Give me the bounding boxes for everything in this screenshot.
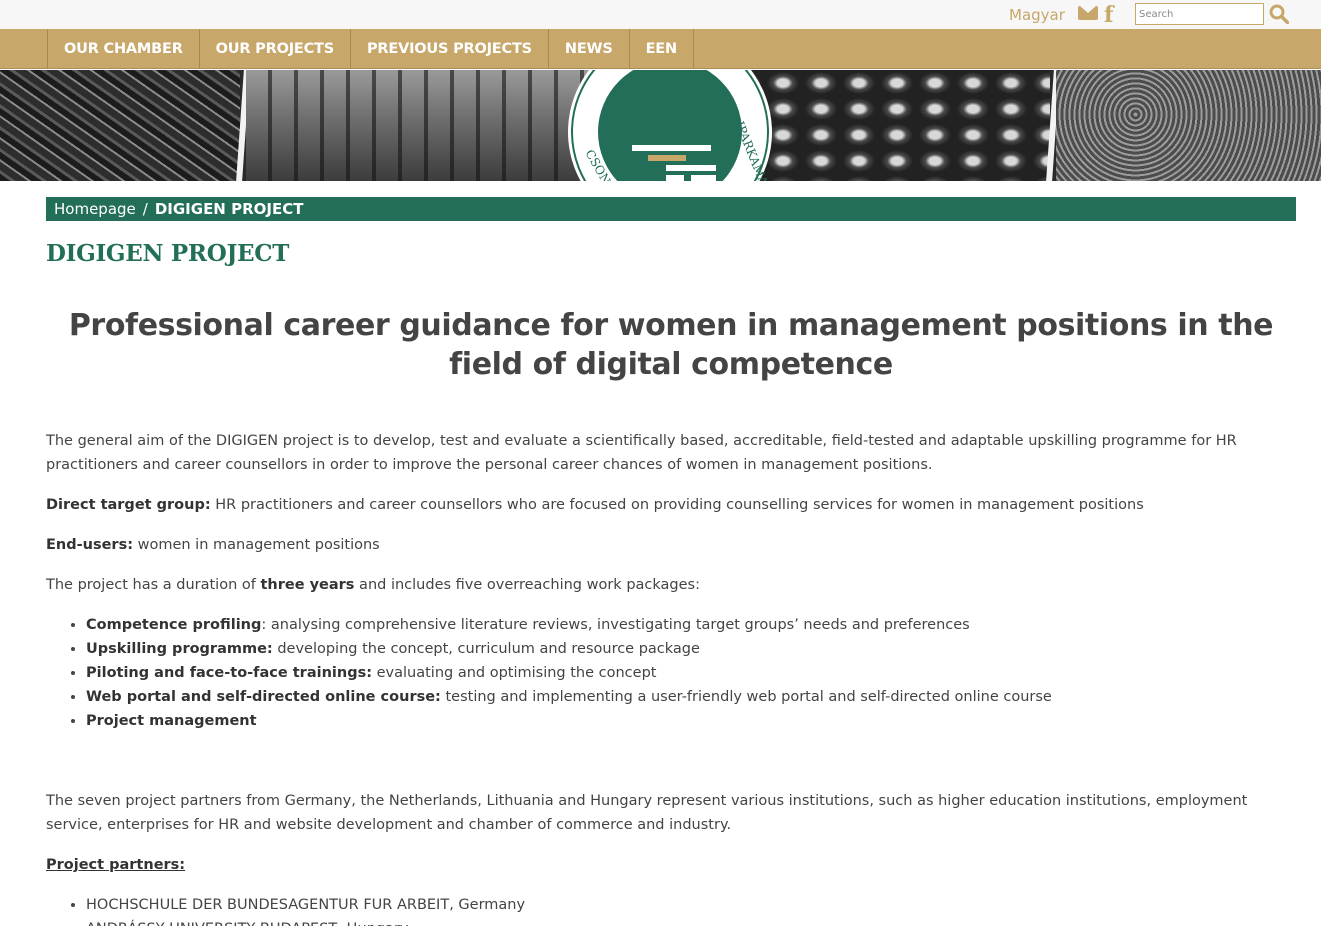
- header-banner: 1890 CSONGRÁD IPARKAMARA: [0, 70, 1321, 181]
- duration-bold: three years: [260, 577, 355, 593]
- breadcrumb-current: DIGIGEN PROJECT: [154, 200, 304, 218]
- target-group-label: Direct target group:: [46, 497, 211, 513]
- duration-pre: The project has a duration of: [46, 577, 261, 593]
- list-item: Project management: [86, 709, 1296, 733]
- work-packages-list: Competence profiling: analysing comprehe…: [86, 613, 1296, 733]
- banner-photo-city: [1056, 70, 1321, 181]
- list-item: Piloting and face-to-face trainings: eva…: [86, 661, 1296, 685]
- work-package-label: Competence profiling: [86, 617, 262, 633]
- nav-item-label: EEN: [645, 41, 678, 57]
- breadcrumb-separator: /: [142, 200, 148, 218]
- target-group-paragraph: Direct target group: HR practitioners an…: [46, 493, 1296, 517]
- nav-item-label: PREVIOUS PROJECTS: [366, 41, 532, 57]
- main-nav: OUR CHAMBER OUR PROJECTS PREVIOUS PROJEC…: [0, 29, 1321, 69]
- partners-title-paragraph: Project partners:: [46, 853, 1296, 877]
- language-switch-link[interactable]: Magyar: [1009, 6, 1065, 24]
- list-item: HOCHSCHULE DER BUNDESAGENTUR FUR ARBEIT,…: [86, 893, 1296, 917]
- work-package-label: Upskilling programme:: [86, 641, 273, 657]
- work-package-label: Project management: [86, 713, 257, 729]
- breadcrumb: Homepage / DIGIGEN PROJECT: [46, 197, 1296, 221]
- duration-paragraph: The project has a duration of three year…: [46, 573, 1296, 597]
- utility-bar: Magyar f: [0, 0, 1321, 29]
- partners-title: Project partners:: [46, 857, 186, 873]
- partners-list: HOCHSCHULE DER BUNDESAGENTUR FUR ARBEIT,…: [86, 893, 1296, 926]
- mail-icon[interactable]: [1078, 6, 1098, 20]
- nav-item-news[interactable]: NEWS: [549, 29, 630, 69]
- facebook-icon[interactable]: f: [1104, 2, 1113, 28]
- end-users-text: women in management positions: [133, 537, 380, 553]
- work-package-text: developing the concept, curriculum and r…: [272, 641, 700, 657]
- end-users-label: End-users:: [46, 537, 133, 553]
- intro-paragraph: The general aim of the DIGIGEN project i…: [46, 433, 1237, 473]
- work-package-text: : analysing comprehensive literature rev…: [261, 617, 970, 633]
- nav-item-label: OUR CHAMBER: [64, 41, 183, 57]
- work-package-label: Web portal and self-directed online cour…: [86, 689, 441, 705]
- partners-intro-paragraph: The seven project partners from Germany,…: [46, 793, 1248, 833]
- breadcrumb-home-link[interactable]: Homepage: [54, 200, 136, 218]
- banner-photo-circuit: [0, 70, 240, 181]
- nav-item-previous-projects[interactable]: PREVIOUS PROJECTS: [351, 29, 549, 69]
- chamber-seal-logo[interactable]: 1890 CSONGRÁD IPARKAMARA: [566, 70, 774, 181]
- list-item: Web portal and self-directed online cour…: [86, 685, 1296, 709]
- list-item: Competence profiling: analysing comprehe…: [86, 613, 1296, 637]
- page-title: DIGIGEN PROJECT: [46, 240, 290, 267]
- article-body: The general aim of the DIGIGEN project i…: [46, 429, 1296, 926]
- end-users-paragraph: End-users: women in management positions: [46, 533, 1296, 557]
- work-package-text: testing and implementing a user-friendly…: [440, 689, 1052, 705]
- target-group-text: HR practitioners and career counsellors …: [210, 497, 1144, 513]
- work-package-label: Piloting and face-to-face trainings:: [86, 665, 372, 681]
- search-input[interactable]: [1135, 3, 1264, 25]
- duration-post: and includes five overreaching work pack…: [354, 577, 700, 593]
- article-headline: Professional career guidance for women i…: [68, 308, 1274, 382]
- nav-item-een[interactable]: EEN: [630, 29, 694, 69]
- search-icon[interactable]: [1269, 4, 1289, 24]
- work-package-text: evaluating and optimising the concept: [372, 665, 657, 681]
- nav-item-label: NEWS: [564, 41, 613, 57]
- list-item: ANDRÁSSY UNIVERSITY BUDAPEST, Hungary: [86, 917, 1296, 926]
- list-item: Upskilling programme: developing the con…: [86, 637, 1296, 661]
- nav-item-our-chamber[interactable]: OUR CHAMBER: [48, 29, 200, 69]
- nav-item-our-projects[interactable]: OUR PROJECTS: [200, 29, 351, 69]
- nav-item-label: OUR PROJECTS: [215, 41, 335, 57]
